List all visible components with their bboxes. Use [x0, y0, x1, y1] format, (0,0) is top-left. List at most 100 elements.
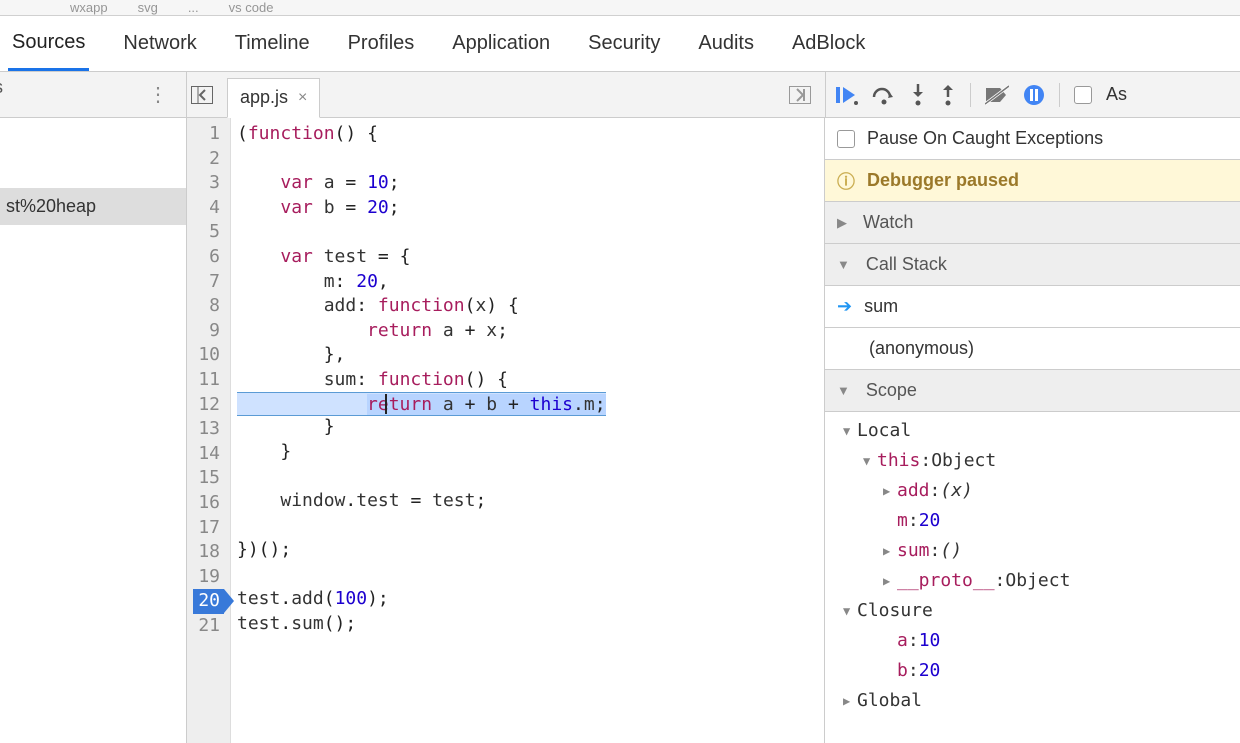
tab-application[interactable]: Application	[448, 16, 554, 71]
line-number[interactable]: 9	[193, 319, 224, 344]
scope-this[interactable]: ▼this: Object	[845, 446, 1240, 476]
tab-sources[interactable]: Sources	[8, 16, 89, 71]
deactivate-breakpoints-icon[interactable]	[985, 85, 1009, 105]
chevron-right-icon: ▶	[837, 215, 847, 231]
line-number[interactable]: 12	[193, 393, 224, 418]
code-line[interactable]: }	[237, 440, 606, 465]
line-number[interactable]: 15	[193, 466, 224, 491]
line-number[interactable]: 8	[193, 294, 224, 319]
code-line[interactable]: var b = 20;	[237, 196, 606, 221]
code-body[interactable]: (function() { var a = 10; var b = 20; va…	[231, 118, 606, 743]
file-tab[interactable]: app.js ×	[227, 78, 320, 118]
scope-section[interactable]: ▼ Scope	[825, 370, 1240, 412]
line-number[interactable]: 6	[193, 245, 224, 270]
scope-prop[interactable]: ▶sum: ()	[865, 536, 1240, 566]
crumb: ...	[188, 0, 199, 15]
line-number[interactable]: 5	[193, 220, 224, 245]
code-line[interactable]: var a = 10;	[237, 171, 606, 196]
scope-prop[interactable]: ▶__proto__: Object	[865, 566, 1240, 596]
tab-audits[interactable]: Audits	[694, 16, 758, 71]
line-number[interactable]: 19	[193, 565, 224, 590]
code-editor[interactable]: 123456789101112131415161718192021 (funct…	[187, 118, 825, 743]
tab-adblock[interactable]: AdBlock	[788, 16, 869, 71]
scope-closure[interactable]: ▼Closure	[825, 596, 1240, 626]
scope-var[interactable]: a: 10	[865, 626, 1240, 656]
code-line[interactable]	[237, 563, 606, 588]
callstack-frame[interactable]: (anonymous)	[825, 328, 1240, 370]
tab-network[interactable]: Network	[119, 16, 200, 71]
code-line[interactable]: add: function(x) {	[237, 294, 606, 319]
line-number[interactable]: 13	[193, 417, 224, 442]
tab-security[interactable]: Security	[584, 16, 664, 71]
callstack-label: Call Stack	[866, 254, 947, 275]
step-over-icon[interactable]	[872, 85, 896, 105]
code-line[interactable]: test.sum();	[237, 612, 606, 637]
step-into-icon[interactable]	[910, 84, 926, 106]
code-line[interactable]: var test = {	[237, 245, 606, 270]
info-icon: ⓘ	[837, 168, 855, 194]
crumb: vs code	[229, 0, 274, 15]
scope-body: ▼Local ▼this: Object ▶add: (x) m: 20 ▶su…	[825, 412, 1240, 724]
callstack-section[interactable]: ▼ Call Stack	[825, 244, 1240, 286]
resume-icon[interactable]	[836, 85, 858, 105]
code-line[interactable]	[237, 464, 606, 489]
code-line[interactable]	[237, 220, 606, 245]
file-tab-name: app.js	[240, 87, 288, 108]
async-checkbox[interactable]	[1074, 86, 1092, 104]
line-number[interactable]: 11	[193, 368, 224, 393]
line-number[interactable]: 3	[193, 171, 224, 196]
code-line[interactable]: })();	[237, 538, 606, 563]
line-number[interactable]: 1	[193, 122, 224, 147]
line-number[interactable]: 16	[193, 491, 224, 516]
scope-prop[interactable]: ▶add: (x)	[865, 476, 1240, 506]
code-line[interactable]	[237, 147, 606, 172]
pause-caught-label: Pause On Caught Exceptions	[867, 128, 1103, 149]
pause-exceptions-icon[interactable]	[1023, 84, 1045, 106]
line-number[interactable]: 2	[193, 147, 224, 172]
more-icon[interactable]: ⋮	[142, 82, 174, 107]
sidebar-partial-top: s	[0, 77, 3, 98]
toolbar: s ⋮ app.js ×	[0, 72, 1240, 118]
code-line[interactable]: test.add(100);	[237, 587, 606, 612]
line-number[interactable]: 7	[193, 270, 224, 295]
watch-label: Watch	[863, 212, 913, 233]
watch-section[interactable]: ▶ Watch	[825, 202, 1240, 244]
step-out-icon[interactable]	[940, 84, 956, 106]
scope-prop[interactable]: m: 20	[865, 506, 1240, 536]
code-line[interactable]: return a + b + this.m;	[237, 392, 606, 417]
code-line[interactable]: sum: function() {	[237, 368, 606, 393]
code-line[interactable]: window.test = test;	[237, 489, 606, 514]
tab-profiles[interactable]: Profiles	[344, 16, 419, 71]
line-number[interactable]: 17	[193, 516, 224, 541]
line-number[interactable]: 10	[193, 343, 224, 368]
pause-caught-checkbox[interactable]	[837, 130, 855, 148]
banner-text: Debugger paused	[867, 170, 1019, 191]
top-crumbs: wxapp svg ... vs code	[0, 0, 1240, 16]
code-line[interactable]: (function() {	[237, 122, 606, 147]
separator	[1059, 83, 1060, 107]
sidebar-item[interactable]: st%20heap	[0, 188, 186, 225]
scope-var[interactable]: b: 20	[865, 656, 1240, 686]
scope-global[interactable]: ▶Global	[825, 686, 1240, 716]
navigator-sidebar: st%20heap	[0, 118, 187, 743]
line-number[interactable]: 21	[193, 614, 224, 639]
code-line[interactable]: m: 20,	[237, 270, 606, 295]
debugger-paused-banner: ⓘ Debugger paused	[825, 160, 1240, 202]
pretty-print-icon[interactable]	[785, 80, 815, 110]
code-line[interactable]	[237, 514, 606, 539]
line-number[interactable]: 4	[193, 196, 224, 221]
code-line[interactable]: return a + x;	[237, 319, 606, 344]
separator	[970, 83, 971, 107]
code-line[interactable]: }	[237, 415, 606, 440]
toggle-navigator-icon[interactable]	[187, 80, 217, 110]
line-number[interactable]: 20	[193, 589, 224, 614]
close-icon[interactable]: ×	[298, 89, 307, 107]
line-number[interactable]: 14	[193, 442, 224, 467]
tab-timeline[interactable]: Timeline	[231, 16, 314, 71]
code-line[interactable]: },	[237, 343, 606, 368]
line-number[interactable]: 18	[193, 540, 224, 565]
scope-local[interactable]: ▼Local	[825, 416, 1240, 446]
line-gutter[interactable]: 123456789101112131415161718192021	[187, 118, 231, 743]
pause-caught-row[interactable]: Pause On Caught Exceptions	[825, 118, 1240, 160]
callstack-frame[interactable]: ➔ sum	[825, 286, 1240, 328]
